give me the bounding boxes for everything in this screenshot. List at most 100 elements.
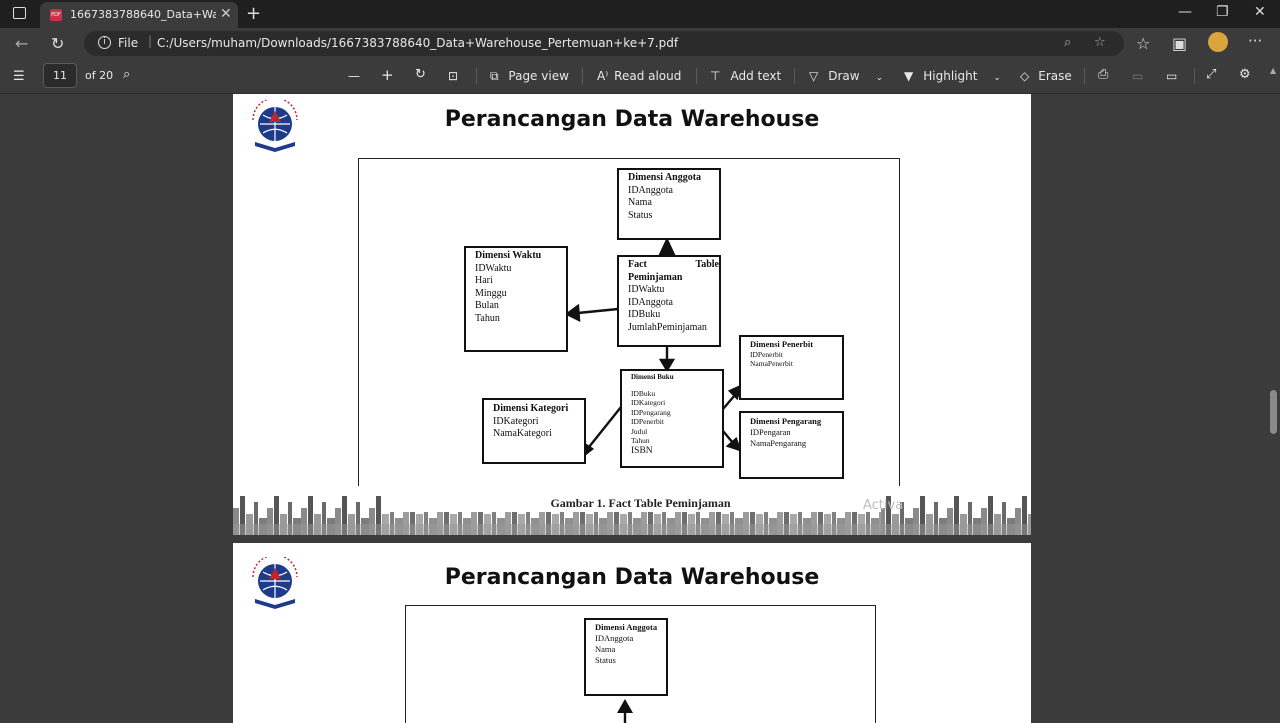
add-favorite-icon[interactable]: ☆ [1094,35,1106,50]
entity-field: IDPenerbit [750,349,783,359]
entity-field: Bulan [475,300,499,311]
entity-dimensi-kategori: Dimensi Kategori IDKategori NamaKategori [482,398,586,464]
entity-title: Dimensi Penerbit [750,339,814,349]
relationship-arrows [617,699,633,723]
activation-watermark: Activa [863,498,904,513]
vertical-scrollbar[interactable]: ▲ [1268,66,1280,720]
erase-button[interactable]: ◇ Erase [1020,69,1072,83]
pdf-toolbar: ☰ 11 of 20 ⌕ — + ↻ ⊡ ⧉ Page view A⁾ Read … [0,58,1280,94]
page-view-label: Page view [508,69,569,83]
profile-avatar[interactable] [1208,32,1228,52]
erase-label: Erase [1038,69,1072,83]
toolbar-divider [696,68,697,84]
page-view-button[interactable]: ⧉ Page view [490,69,569,84]
entity-title: Peminjaman [628,271,683,283]
chevron-down-icon[interactable]: ⌄ [993,73,1001,83]
entity-field: Nama [628,197,652,208]
more-options-icon[interactable]: ··· [1248,32,1262,50]
close-window-icon[interactable]: ✕ [1254,4,1266,20]
entity-field: Status [628,209,653,221]
fact-table-peminjaman: Fact Table Peminjaman IDWaktu IDAnggota I… [617,255,721,347]
settings-gear-icon[interactable]: ⚙ [1239,67,1251,82]
url-field[interactable]: i File | C:/Users/muham/Downloads/166738… [84,31,1124,56]
zoom-in-icon[interactable]: + [381,66,394,84]
save-as-icon[interactable]: ▭ [1166,69,1177,83]
pdf-page-11: Perancangan Data Warehouse Dimensi Anggo… [233,94,1031,535]
entity-field: Tahun [475,312,500,324]
fact-title-word: Table [695,259,719,270]
page-count: of 20 [85,69,114,82]
read-aloud-button[interactable]: A⁾ Read aloud [597,69,681,83]
add-text-button[interactable]: ⊤ Add text [710,69,781,83]
url-scheme: File [118,36,139,50]
entity-field: Tahun [631,436,650,445]
entity-title: Dimensi Waktu [475,250,542,261]
back-icon[interactable]: ← [15,34,28,53]
add-text-icon: ⊤ [710,69,721,83]
zoom-icon[interactable]: ⌕ [1064,35,1071,50]
entity-field: IDPengarang [631,407,671,417]
favorites-icon[interactable]: ☆ [1136,34,1150,53]
entity-field: NamaKategori [493,428,552,439]
info-icon[interactable]: i [98,36,111,49]
toolbar-divider [476,68,477,84]
highlight-label: Highlight [923,69,978,83]
entity-title: Dimensi Kategori [493,403,569,414]
entity-title: Dimensi Anggota [628,172,702,183]
search-icon[interactable]: ⌕ [123,67,130,82]
tab-actions-icon[interactable] [13,7,26,19]
rotate-icon[interactable]: ↻ [415,67,426,82]
active-tab[interactable]: PDF 1667383788640_Data+Warehouse_Pertemu… [40,2,238,28]
fullscreen-icon[interactable]: ⤢ [1206,67,1216,82]
page-number-input[interactable]: 11 [43,63,77,88]
entity-field: Minggu [475,287,507,299]
read-aloud-icon: A⁾ [597,69,609,83]
entity-field: IDPengaran [750,427,791,437]
highlight-button[interactable]: ▼ Highlight ⌄ [904,69,1001,83]
entity-field: IDAnggota [628,296,673,308]
entity-title: Dimensi Pengarang [750,416,822,426]
restore-icon[interactable]: ❐ [1216,4,1229,20]
entity-field: IDWaktu [475,262,512,274]
toolbar-divider [1194,68,1195,84]
entity-field: IDBuku [631,388,656,398]
url-text[interactable]: C:/Users/muham/Downloads/1667383788640_D… [157,36,678,50]
entity-dimensi-pengarang: Dimensi Pengarang IDPengaran NamaPengara… [739,411,844,479]
toolbar-divider [794,68,795,84]
page-view-icon: ⧉ [490,69,503,83]
toolbar-divider [582,68,583,84]
entity-dimensi-buku: Dimensi Buku IDBuku IDKategori IDPengara… [620,369,724,468]
entity-field: IDKategori [493,415,539,427]
draw-button[interactable]: ▽ Draw ⌄ [809,69,883,83]
scrollbar-thumb[interactable] [1270,390,1277,434]
entity-dimensi-anggota: Dimensi Anggota IDAnggota Nama Status [617,168,721,240]
fact-title-word: Fact [628,259,647,270]
print-icon[interactable]: ⎙ [1098,67,1108,82]
entity-dimensi-penerbit: Dimensi Penerbit IDPenerbit NamaPenerbit [739,335,844,400]
add-text-label: Add text [730,69,782,83]
entity-title: Fact Table [628,259,719,272]
entity-field: IDAnggota [628,184,673,196]
entity-title: Dimensi Buku [631,373,674,381]
refresh-icon[interactable]: ↻ [51,34,64,53]
eraser-icon: ◇ [1020,69,1030,83]
close-tab-icon[interactable]: ✕ [220,6,232,22]
scroll-up-icon[interactable]: ▲ [1270,66,1276,75]
chevron-down-icon[interactable]: ⌄ [876,73,884,83]
entity-field: NamaPenerbit [750,359,793,368]
new-tab-icon[interactable]: + [246,3,261,24]
figure-caption: Gambar 1. Fact Table Peminjaman [550,496,731,510]
save-icon: ▭ [1132,69,1144,83]
collections-icon[interactable]: ▣ [1172,34,1187,53]
zoom-out-icon[interactable]: — [348,69,360,83]
highlight-icon: ▼ [904,69,914,83]
pdf-viewer[interactable]: Perancangan Data Warehouse Dimensi Anggo… [0,66,1280,723]
draw-label: Draw [828,69,860,83]
minimize-icon[interactable]: — [1178,4,1192,20]
read-aloud-label: Read aloud [614,69,682,83]
entity-field: NamaPengarang [750,438,807,448]
fit-page-icon[interactable]: ⊡ [448,69,458,83]
entity-field: Hari [475,275,493,286]
entity-field: IDKategori [631,398,666,407]
contents-icon[interactable]: ☰ [13,69,25,84]
